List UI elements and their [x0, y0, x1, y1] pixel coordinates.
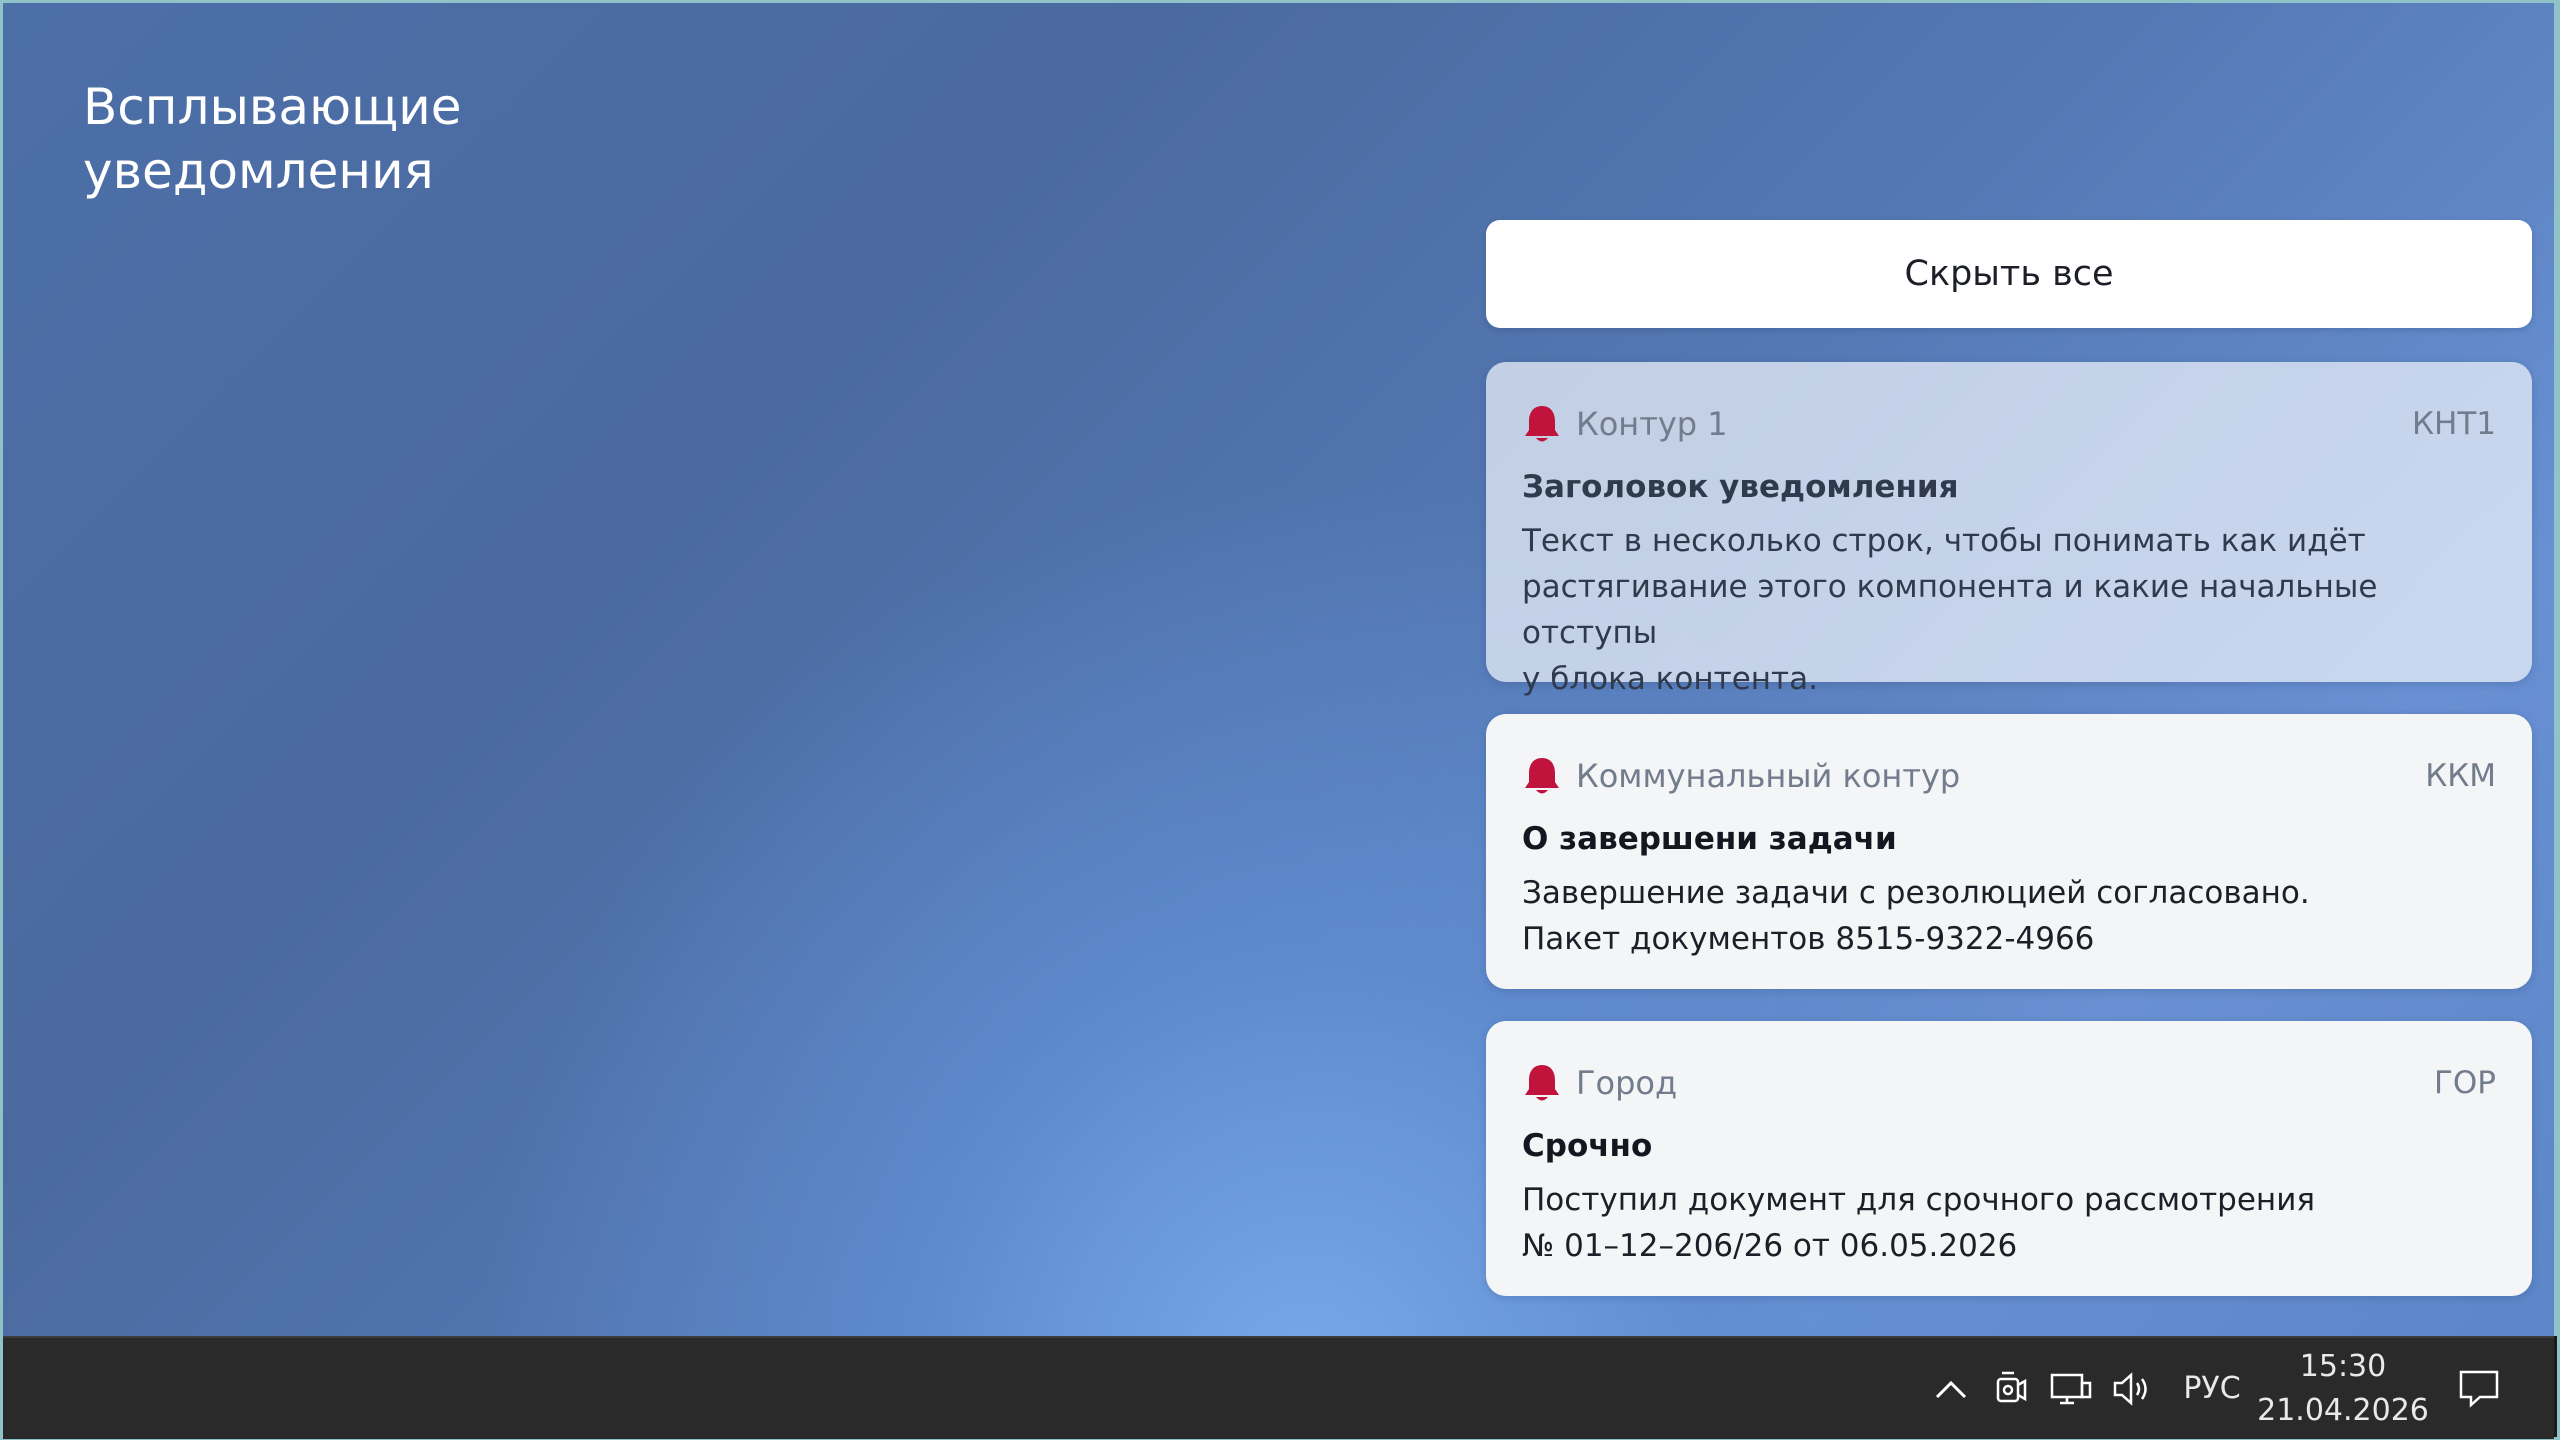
notification-text: Поступил документ для срочного рассмотре… [1522, 1182, 2315, 1264]
chevron-up-icon[interactable] [1923, 1338, 1979, 1439]
notification-card[interactable]: Коммунальный контур ККМ О завершени зада… [1486, 714, 2532, 989]
clock-date: 21.04.2026 [2257, 1392, 2429, 1428]
language-indicator[interactable]: РУС [2169, 1338, 2255, 1439]
network-icon[interactable] [2043, 1338, 2099, 1439]
clock-time: 15:30 [2299, 1348, 2387, 1384]
notification-title: О завершени задачи [1522, 821, 1897, 857]
bell-icon [1525, 1065, 1559, 1101]
notification-text: Текст в несколько строк, чтобы понимать … [1522, 523, 2378, 697]
camera-icon[interactable] [1985, 1338, 2035, 1439]
hide-all-button[interactable]: Скрыть все [1486, 220, 2532, 328]
notification-source-name: Коммунальный контур [1576, 757, 1961, 795]
action-center-icon[interactable] [2447, 1338, 2511, 1439]
notification-source: Город [1522, 1062, 1677, 1104]
notification-card[interactable]: Город ГОР Срочно Поступил документ для с… [1486, 1021, 2532, 1296]
desktop: Всплывающие уведомления Скрыть все Конту… [3, 3, 2554, 1336]
notification-source: Коммунальный контур [1522, 755, 1960, 797]
notification-header: Коммунальный контур ККМ [1522, 746, 2496, 806]
taskbar: РУС 15:30 21.04.2026 [3, 1336, 2554, 1439]
page-title-line-1: Всплывающие [83, 78, 462, 136]
notification-card[interactable]: Контур 1 КНТ1 Заголовок уведомления Текс… [1486, 362, 2532, 697]
notification-title: Заголовок уведомления [1522, 469, 1959, 505]
notification-source-code: ГОР [2434, 1065, 2496, 1101]
bell-icon [1525, 406, 1559, 442]
bell-icon [1525, 758, 1559, 794]
notification-source-code: ККМ [2425, 758, 2496, 794]
notification-source: Контур 1 [1522, 403, 1728, 445]
notification-source-code: КНТ1 [2412, 406, 2496, 442]
notification-source-name: Контур 1 [1576, 405, 1728, 443]
page-title: Всплывающие уведомления [83, 75, 461, 203]
notification-header: Контур 1 КНТ1 [1522, 394, 2496, 454]
notification-header: Город ГОР [1522, 1053, 2496, 1113]
notification-text: Завершение задачи с резолюцией согласова… [1522, 875, 2310, 957]
page-title-line-2: уведомления [83, 142, 434, 200]
screen-edge [2554, 1336, 2557, 1437]
clock[interactable]: 15:30 21.04.2026 [2257, 1338, 2429, 1439]
notification-title: Срочно [1522, 1128, 1653, 1164]
notification-source-name: Город [1576, 1064, 1678, 1102]
volume-icon[interactable] [2105, 1338, 2161, 1439]
